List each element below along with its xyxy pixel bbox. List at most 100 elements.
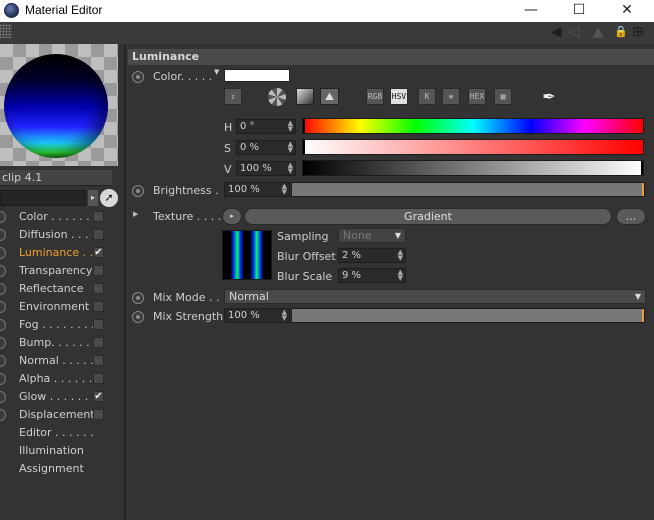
- channel-radio[interactable]: [0, 229, 6, 241]
- hue-field[interactable]: 0 ° ▲ ▼: [236, 119, 296, 134]
- mix-strength-slider[interactable]: [291, 308, 645, 323]
- close-button[interactable]: ✕: [604, 0, 650, 22]
- minimize-button[interactable]: —: [508, 0, 554, 22]
- channel-item[interactable]: Editor . . . . . .: [0, 424, 124, 442]
- spectrum-icon[interactable]: [296, 88, 314, 105]
- channel-item[interactable]: Color . . . . . . . .: [0, 208, 124, 226]
- channel-item[interactable]: Glow . . . . . . . ✔: [0, 388, 124, 406]
- eyedropper-icon[interactable]: ✒: [538, 86, 560, 108]
- texture-expand-icon[interactable]: ▶: [133, 210, 138, 218]
- mix-strength-spinner-icon[interactable]: ▲ ▼: [282, 309, 287, 322]
- material-name[interactable]: clip 4.1: [0, 170, 112, 186]
- channel-item[interactable]: Displacement: [0, 406, 124, 424]
- up-arrow-icon[interactable]: ▲: [590, 24, 606, 40]
- channel-checkbox[interactable]: [93, 319, 104, 330]
- mix-strength-anim-radio[interactable]: [132, 311, 144, 323]
- saturation-field[interactable]: 0 % ▲ ▼: [236, 140, 296, 155]
- color-mode-button[interactable]: RGB: [366, 88, 384, 105]
- color-mode-button[interactable]: HEX: [468, 88, 486, 105]
- channel-radio[interactable]: [0, 409, 6, 421]
- channel-item[interactable]: Luminance . . ✔: [0, 244, 124, 262]
- channel-radio[interactable]: [0, 283, 6, 295]
- channel-checkbox[interactable]: [93, 229, 104, 240]
- brightness-field[interactable]: 100 % ▲ ▼: [224, 182, 290, 197]
- saturation-slider-handle[interactable]: [303, 140, 305, 154]
- back-arrow-icon[interactable]: ◀: [548, 24, 564, 40]
- channel-item[interactable]: Transparency: [0, 262, 124, 280]
- channel-radio[interactable]: [0, 211, 6, 223]
- saturation-spinner-icon[interactable]: ▲ ▼: [288, 141, 293, 154]
- value-spinner-icon[interactable]: ▲ ▼: [288, 162, 293, 175]
- blur-scale-spinner-icon[interactable]: ▲ ▼: [398, 269, 403, 282]
- lock-icon[interactable]: 🔒: [614, 24, 628, 40]
- color-menu-icon[interactable]: ▼: [214, 68, 219, 76]
- channel-radio[interactable]: [0, 265, 6, 277]
- channel-item[interactable]: Illumination: [0, 442, 124, 460]
- brightness-anim-radio[interactable]: [132, 185, 144, 197]
- channel-checkbox[interactable]: ✔: [93, 247, 104, 258]
- channel-radio[interactable]: [0, 301, 6, 313]
- hue-slider[interactable]: [302, 118, 644, 134]
- hue-spinner-icon[interactable]: ▲ ▼: [288, 120, 293, 133]
- mix-strength-field[interactable]: 100 % ▲ ▼: [224, 308, 290, 323]
- channel-checkbox[interactable]: [93, 337, 104, 348]
- channel-item[interactable]: Normal . . . . .: [0, 352, 124, 370]
- brightness-slider[interactable]: [291, 182, 645, 197]
- channel-checkbox[interactable]: [93, 373, 104, 384]
- brightness-slider-handle[interactable]: [642, 183, 644, 196]
- panel-grip-icon[interactable]: [0, 24, 12, 38]
- color-mode-button[interactable]: HSV: [390, 88, 408, 105]
- channel-radio[interactable]: [0, 355, 6, 367]
- material-preview[interactable]: [0, 44, 118, 166]
- channel-item[interactable]: Bump. . . . . . .: [0, 334, 124, 352]
- color-wheel-icon[interactable]: [268, 88, 286, 106]
- new-window-icon[interactable]: ⊞: [630, 24, 646, 40]
- brightness-spinner-icon[interactable]: ▲ ▼: [282, 183, 287, 196]
- value-slider-handle[interactable]: [641, 161, 643, 175]
- texture-thumbnail[interactable]: [222, 230, 272, 280]
- channel-checkbox[interactable]: [93, 409, 104, 420]
- mix-mode-dropdown[interactable]: Normal ▼: [224, 289, 646, 304]
- channel-item[interactable]: Environment: [0, 298, 124, 316]
- blur-scale-field[interactable]: 9 % ▲ ▼: [338, 268, 406, 283]
- channel-checkbox[interactable]: [93, 265, 104, 276]
- texture-more-button[interactable]: ...: [616, 208, 646, 225]
- channel-item[interactable]: Alpha . . . . . .: [0, 370, 124, 388]
- blur-offset-spinner-icon[interactable]: ▲ ▼: [398, 249, 403, 262]
- image-picker-icon[interactable]: ⛰: [320, 88, 339, 105]
- channel-checkbox[interactable]: [93, 283, 104, 294]
- channel-item[interactable]: Fog . . . . . . . . .: [0, 316, 124, 334]
- channel-item[interactable]: Reflectance: [0, 280, 124, 298]
- cursor-icon[interactable]: ➚: [100, 189, 118, 207]
- channel-radio[interactable]: [0, 247, 6, 259]
- blur-offset-field[interactable]: 2 % ▲ ▼: [338, 248, 406, 263]
- mix-strength-slider-handle[interactable]: [642, 309, 644, 322]
- search-input[interactable]: [0, 190, 86, 206]
- channel-checkbox[interactable]: [93, 355, 104, 366]
- value-slider[interactable]: [302, 160, 644, 176]
- color-swatch[interactable]: [224, 69, 290, 82]
- texture-name-button[interactable]: Gradient: [244, 208, 612, 225]
- mix-mode-anim-radio[interactable]: [132, 292, 144, 304]
- color-mode-button[interactable]: ▦: [494, 88, 512, 105]
- color-expand-icon[interactable]: ⇕: [224, 88, 242, 105]
- saturation-slider[interactable]: [302, 139, 644, 155]
- texture-menu-button[interactable]: ▸: [222, 208, 242, 225]
- value-field[interactable]: 100 % ▲ ▼: [236, 161, 296, 176]
- color-anim-radio[interactable]: [132, 71, 144, 83]
- channel-radio[interactable]: [0, 337, 6, 349]
- maximize-button[interactable]: ☐: [556, 0, 602, 22]
- channel-checkbox[interactable]: [93, 301, 104, 312]
- channel-item[interactable]: Assignment: [0, 460, 124, 478]
- sampling-dropdown[interactable]: None ▼: [338, 228, 406, 243]
- channel-radio[interactable]: [0, 319, 6, 331]
- forward-arrow-icon[interactable]: ◁: [566, 24, 582, 40]
- channel-checkbox[interactable]: [93, 211, 104, 222]
- hue-slider-handle[interactable]: [303, 119, 305, 133]
- channel-item[interactable]: Diffusion . . . . .: [0, 226, 124, 244]
- color-mode-button[interactable]: K: [418, 88, 436, 105]
- channel-radio[interactable]: [0, 373, 6, 385]
- channel-checkbox[interactable]: ✔: [93, 391, 104, 402]
- search-arrow-icon[interactable]: ▸: [88, 190, 98, 206]
- channel-radio[interactable]: [0, 391, 6, 403]
